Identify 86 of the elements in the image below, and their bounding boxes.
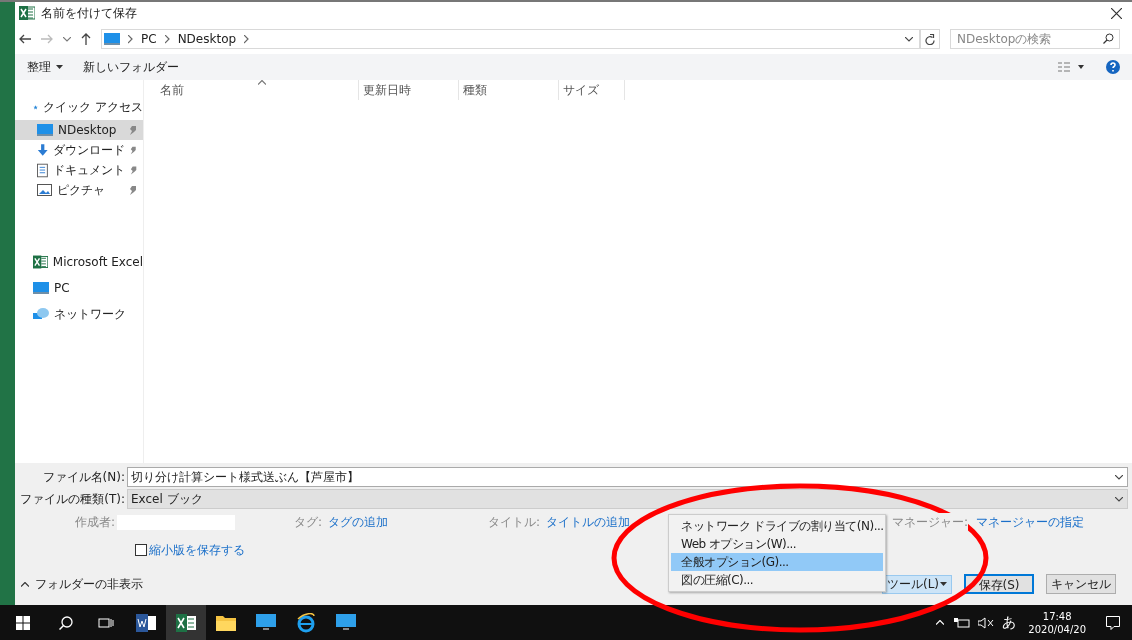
- new-folder-button[interactable]: 新しいフォルダー: [83, 58, 179, 76]
- chevron-down-icon: [1115, 474, 1123, 480]
- document-icon: [37, 162, 48, 178]
- clock[interactable]: 17:48 2020/04/20: [1020, 609, 1094, 636]
- monitor-icon: [104, 32, 120, 46]
- task-view-icon[interactable]: [98, 616, 114, 629]
- checkbox[interactable]: [135, 544, 147, 556]
- excel-icon: [176, 613, 196, 632]
- sidebar-item[interactable]: PC: [15, 275, 143, 301]
- up-arrow-icon[interactable]: [81, 33, 91, 45]
- app-icon: [19, 6, 35, 20]
- field-label: ファイル名(N):: [41, 469, 126, 486]
- organize-button[interactable]: 整理: [27, 58, 63, 76]
- checkbox-label[interactable]: 縮小版を保存する: [149, 541, 245, 559]
- chevron-up-icon: [21, 581, 29, 587]
- column-header[interactable]: 更新日時: [359, 80, 459, 100]
- network-icon: [33, 307, 49, 321]
- window-title: 名前を付けて保存: [41, 5, 137, 22]
- filename-field[interactable]: 切り分け計算シート様式送ぶん【芦屋市】: [127, 467, 1128, 487]
- muted-speaker-icon[interactable]: [978, 616, 995, 629]
- help-icon[interactable]: [1106, 60, 1120, 74]
- column-header[interactable]: 種類: [459, 80, 559, 100]
- sidebar-item[interactable]: ドキュメント: [15, 160, 143, 180]
- sidebar-item[interactable]: クイック アクセス: [15, 94, 143, 120]
- close-icon[interactable]: [1111, 7, 1122, 19]
- filetype-dropdown[interactable]: Excel ブック: [127, 489, 1128, 509]
- caret-icon: [940, 582, 947, 586]
- folder-icon: [216, 614, 236, 631]
- refresh-icon: [925, 33, 935, 45]
- tools-button[interactable]: ツール(L): [882, 574, 952, 594]
- search-icon: [1103, 33, 1114, 44]
- sidebar-item[interactable]: ダウンロード: [15, 140, 143, 160]
- excel-icon: [33, 255, 48, 269]
- field-label: タイトル:: [487, 514, 540, 531]
- column-header[interactable]: サイズ: [559, 80, 625, 100]
- pin-icon[interactable]: [130, 145, 137, 155]
- windows-start-icon[interactable]: [16, 615, 30, 630]
- cancel-button[interactable]: キャンセル: [1046, 574, 1116, 594]
- refresh-button[interactable]: [920, 29, 940, 49]
- chevron-up-icon[interactable]: [936, 620, 945, 625]
- sidebar-item[interactable]: ピクチャ: [15, 180, 143, 200]
- chevron-down-icon[interactable]: [905, 36, 913, 42]
- search-field[interactable]: NDesktopの検索: [950, 29, 1120, 49]
- breadcrumb-item[interactable]: PC: [141, 30, 157, 48]
- manager-link[interactable]: マネージャーの指定: [976, 513, 1085, 531]
- save-button[interactable]: 保存(S): [964, 574, 1034, 594]
- sidebar-item[interactable]: Microsoft Excel: [15, 249, 143, 275]
- back-arrow-icon[interactable]: [19, 34, 31, 44]
- pin-icon[interactable]: [129, 185, 137, 195]
- ime-indicator[interactable]: あ: [1002, 612, 1017, 633]
- notification-icon[interactable]: [1106, 615, 1120, 630]
- chevron-down-icon: [1115, 496, 1123, 502]
- address-bar[interactable]: PC NDesktop: [101, 29, 920, 49]
- column-header[interactable]: 名前: [144, 80, 359, 100]
- picture-icon: [37, 184, 52, 196]
- field-label: タグ:: [293, 514, 322, 531]
- taskbar-app[interactable]: [166, 605, 206, 640]
- sidebar-item[interactable]: NDesktop: [15, 120, 143, 140]
- down-arrow-icon: [37, 142, 49, 158]
- view-options-icon[interactable]: [1058, 62, 1086, 72]
- chevron-right-icon: [164, 34, 170, 44]
- battery-icon[interactable]: [954, 617, 971, 628]
- chevron-down-icon[interactable]: [63, 36, 71, 42]
- caret-icon: [56, 65, 63, 69]
- pin-icon[interactable]: [129, 165, 137, 175]
- browser-icon: [296, 612, 316, 633]
- monitor-icon: [37, 123, 53, 137]
- monitor-icon: [256, 614, 276, 631]
- menu-item[interactable]: ネットワーク ドライブの割り当て(N)...: [671, 517, 883, 535]
- breadcrumb-item[interactable]: NDesktop: [177, 30, 237, 48]
- field-label: マネージャー:: [892, 513, 969, 531]
- field-label: ファイルの種類(T):: [19, 491, 126, 508]
- monitor-icon: [33, 281, 49, 295]
- word-icon: [136, 613, 156, 632]
- menu-item[interactable]: 全般オプション(G)...: [671, 553, 883, 571]
- monitor-icon: [336, 614, 356, 631]
- chevron-right-icon: [128, 34, 133, 44]
- search-icon[interactable]: [59, 615, 73, 630]
- menu-item[interactable]: Web オプション(W)...: [671, 535, 883, 553]
- field-label: 作成者:: [73, 514, 116, 531]
- title-link[interactable]: タイトルの追加: [546, 513, 630, 531]
- hide-folders-button[interactable]: フォルダーの非表示: [21, 575, 143, 593]
- tags-link[interactable]: タグの追加: [328, 513, 388, 531]
- chevron-right-icon[interactable]: [244, 34, 250, 44]
- sidebar-item[interactable]: ネットワーク: [15, 301, 143, 327]
- menu-item[interactable]: 図の圧縮(C)...: [671, 571, 883, 589]
